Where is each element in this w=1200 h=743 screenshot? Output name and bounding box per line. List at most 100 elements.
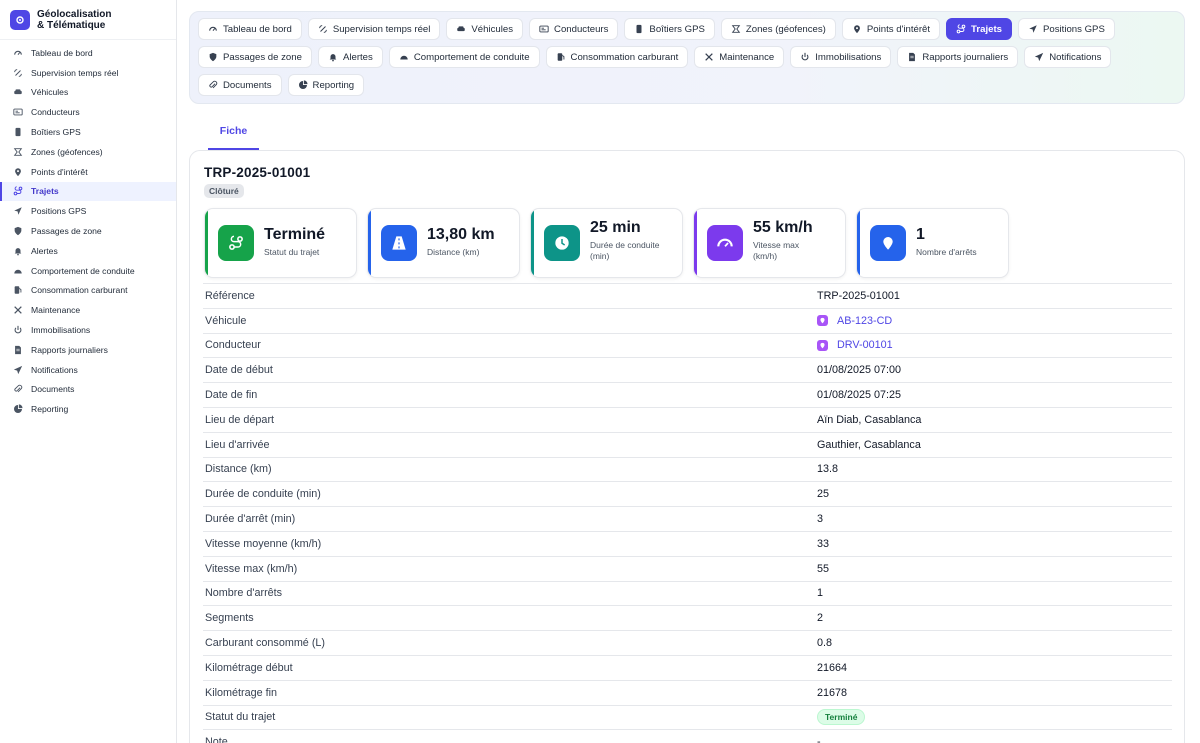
detail-label: Date de fin — [205, 389, 258, 402]
sidebar-item-paperclip[interactable]: Documents — [0, 380, 176, 400]
nav-button-navigation[interactable]: Positions GPS — [1017, 18, 1115, 40]
sidebar-item-label: Consommation carburant — [31, 285, 128, 296]
detail-label: Conducteur — [205, 339, 261, 352]
sidebar-item-send[interactable]: Notifications — [0, 360, 176, 380]
nav-button-label: Points d'intérêt — [866, 23, 931, 35]
sidebar-item-route[interactable]: Trajets — [0, 181, 176, 202]
sidebar-item-gauge[interactable]: Comportement de conduite — [0, 261, 176, 281]
detail-value: 0.8 — [817, 637, 833, 650]
sidebar-item-device[interactable]: Boîtiers GPS — [0, 122, 176, 142]
kpi-accent-bar — [368, 209, 371, 277]
gauge-icon — [399, 52, 409, 62]
tab-fiche[interactable]: Fiche — [208, 118, 259, 150]
navigation-icon — [13, 206, 23, 216]
details-table: Référence TRP-2025-01001 Véhicule AB-123-CD… — [203, 283, 1172, 743]
nav-button-label: Consommation carburant — [570, 51, 679, 63]
nav-button-pin[interactable]: Points d'intérêt — [841, 18, 941, 40]
detail-label: Véhicule — [205, 314, 247, 327]
sidebar-item-label: Boîtiers GPS — [31, 127, 81, 138]
sidebar-item-dashboard[interactable]: Tableau de bord — [0, 43, 176, 63]
sidebar-item-pin[interactable]: Points d'intérêt — [0, 162, 176, 182]
nav-button-power[interactable]: Immobilisations — [790, 46, 892, 68]
bell-icon — [13, 246, 23, 256]
dashboard-icon — [13, 48, 23, 58]
sidebar-item-label: Supervision temps réel — [31, 67, 119, 78]
detail-value-cell: 01/08/2025 07:00 — [817, 364, 901, 376]
nav-button-car[interactable]: Véhicules — [446, 18, 524, 40]
brand-logo-icon — [10, 9, 30, 30]
sidebar-item-geofence[interactable]: Zones (géofences) — [0, 142, 176, 162]
sidebar-item-satellite[interactable]: Supervision temps réel — [0, 63, 176, 83]
nav-button-bell[interactable]: Alertes — [317, 46, 383, 68]
nav-button-label: Immobilisations — [815, 51, 882, 63]
kpi-accent-bar — [531, 209, 534, 277]
geofence-icon — [13, 147, 23, 157]
detail-label: Vitesse moyenne (km/h) — [205, 537, 322, 550]
detail-value: 01/08/2025 07:00 — [817, 364, 902, 377]
sidebar-item-navigation[interactable]: Positions GPS — [0, 201, 176, 221]
top-nav-row: Passages de zone Alertes Comportement de c… — [198, 46, 1184, 68]
sidebar-item-car[interactable]: Véhicules — [0, 83, 176, 103]
nav-button-report[interactable]: Rapports journaliers — [897, 46, 1019, 68]
detail-row: Date de début 01/08/2025 07:00 — [203, 358, 1172, 384]
detail-value: 13.8 — [817, 463, 839, 476]
sidebar-item-fuel[interactable]: Consommation carburant — [0, 281, 176, 301]
detail-value-cell: 0.8 — [817, 637, 832, 649]
nav-button-gauge[interactable]: Comportement de conduite — [388, 46, 540, 68]
detail-link[interactable]: AB-123-CD — [817, 315, 892, 327]
report-icon — [13, 345, 23, 355]
detail-label: Durée de conduite (min) — [205, 488, 321, 501]
nav-button-label: Rapports journaliers — [922, 51, 1009, 63]
sidebar-item-shield[interactable]: Passages de zone — [0, 221, 176, 241]
nav-button-route[interactable]: Trajets — [946, 18, 1012, 40]
fuel-icon — [556, 52, 566, 62]
detail-value-cell: 21664 — [817, 662, 847, 674]
satellite-icon — [318, 24, 328, 34]
nav-button-satellite[interactable]: Supervision temps réel — [307, 18, 441, 40]
nav-button-label: Supervision temps réel — [332, 23, 431, 35]
speedometer-icon — [707, 225, 743, 261]
sidebar-item-report[interactable]: Rapports journaliers — [0, 340, 176, 360]
sidebar-item-tools[interactable]: Maintenance — [0, 300, 176, 320]
sidebar-item-label: Positions GPS — [31, 206, 87, 217]
sidebar-item-power[interactable]: Immobilisations — [0, 320, 176, 340]
detail-value-cell: - — [817, 736, 821, 743]
sidebar-nav: Tableau de bord Supervision temps réel Véh… — [0, 40, 176, 419]
sidebar-item-label: Maintenance — [31, 305, 81, 316]
detail-link[interactable]: DRV-00101 — [817, 339, 893, 351]
nav-button-send[interactable]: Notifications — [1024, 46, 1112, 68]
nav-button-device[interactable]: Boîtiers GPS — [624, 18, 715, 40]
nav-button-geofence[interactable]: Zones (géofences) — [720, 18, 836, 40]
nav-button-dashboard[interactable]: Tableau de bord — [198, 18, 302, 40]
nav-button-shield[interactable]: Passages de zone — [198, 46, 312, 68]
nav-button-label: Positions GPS — [1042, 23, 1105, 35]
kpi-value: 55 km/h — [753, 219, 813, 236]
detail-row: Distance (km) 13.8 — [203, 458, 1172, 483]
kpi-value: 1 — [916, 226, 925, 243]
route-icon — [956, 24, 966, 34]
route-icon — [218, 225, 254, 261]
sidebar-item-bell[interactable]: Alertes — [0, 241, 176, 261]
detail-row: Kilométrage fin 21678 — [203, 681, 1172, 706]
detail-row: Statut du trajet Terminé — [203, 706, 1172, 731]
sidebar-item-id-card[interactable]: Conducteurs — [0, 102, 176, 122]
navigation-icon — [1028, 24, 1038, 34]
nav-button-tools[interactable]: Maintenance — [694, 46, 785, 68]
detail-label: Kilométrage début — [205, 661, 293, 674]
detail-label: Kilométrage fin — [205, 686, 278, 699]
route-icon — [13, 186, 23, 196]
nav-button-paperclip[interactable]: Documents — [198, 74, 282, 96]
kpi-card: 1 Nombre d'arrêts — [856, 208, 1009, 278]
nav-button-fuel[interactable]: Consommation carburant — [545, 46, 689, 68]
tools-icon — [704, 52, 714, 62]
nav-button-id-card[interactable]: Conducteurs — [529, 18, 619, 40]
detail-row: Segments 2 — [203, 606, 1172, 632]
kpi-label: Statut du trajet — [264, 247, 320, 257]
top-navigation: Tableau de bord Supervision temps réel Véh… — [189, 11, 1185, 104]
nav-button-label: Notifications — [1049, 51, 1102, 63]
detail-value-cell: 3 — [817, 513, 823, 525]
sidebar-item-pie-chart[interactable]: Reporting — [0, 399, 176, 419]
detail-label: Lieu de départ — [205, 413, 275, 426]
nav-button-pie-chart[interactable]: Reporting — [287, 74, 365, 96]
power-icon — [800, 52, 810, 62]
